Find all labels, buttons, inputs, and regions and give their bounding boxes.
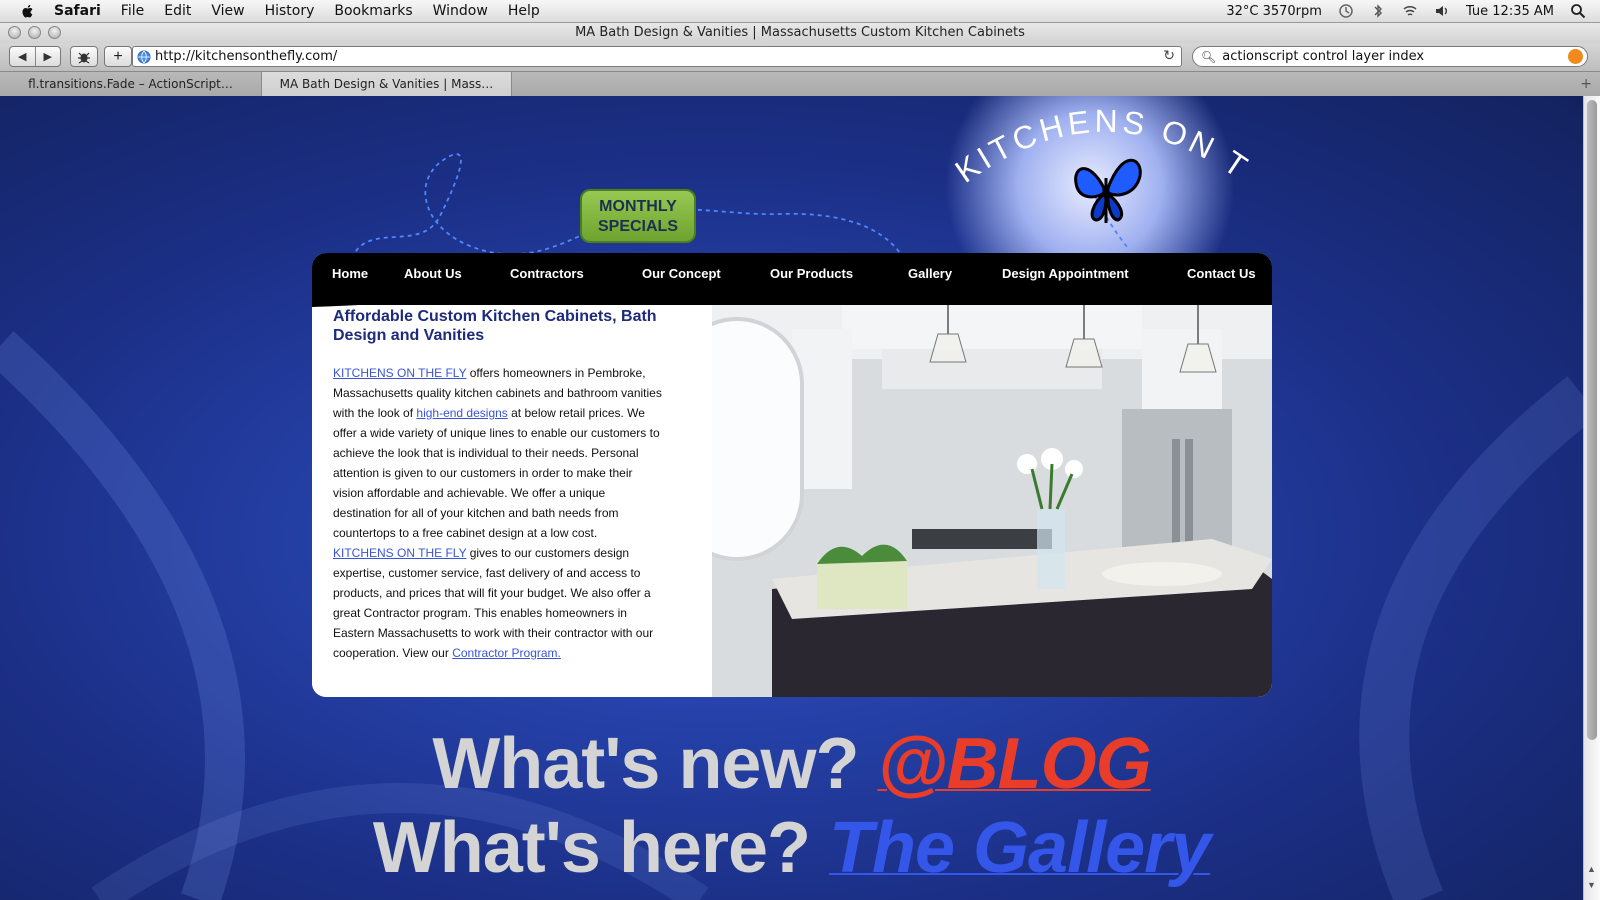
back-button[interactable]: ◀ [10,47,35,66]
spotlight-icon[interactable] [1570,3,1586,19]
tab-kitchens[interactable]: MA Bath Design & Vanities | Mass… [262,72,512,96]
paragraph-text: at below retail prices. We offer a wide … [333,406,660,540]
nav-contact-us[interactable]: Contact Us [1187,266,1256,281]
nav-contractors[interactable]: Contractors [510,266,584,281]
menu-app-name[interactable]: Safari [54,3,101,19]
zoom-window-button[interactable] [48,26,61,39]
history-buttons: ◀ ▶ [9,46,61,67]
specials-line2: SPECIALS [597,218,678,235]
wifi-icon[interactable] [1402,3,1418,19]
kitchen-photo [712,289,1272,697]
search-icon[interactable]: 🔍︎ [1201,50,1216,64]
tab-label: MA Bath Design & Vanities | Mass… [279,77,494,91]
high-end-designs-link[interactable]: high-end designs [416,406,507,420]
search-text[interactable]: actionscript control layer index [1222,49,1424,64]
blog-headline: What's new? @BLOG [0,724,1583,804]
browser-toolbar: ◀ ▶ + http://kitchensonthefly.com/ ↻ 🔍︎ … [0,43,1600,71]
contractor-program-link[interactable]: Contractor Program. [452,646,561,660]
menu-bookmarks[interactable]: Bookmarks [334,3,412,19]
main-nav: Home About Us Contractors Our Concept Ou… [312,253,1272,307]
address-bar[interactable]: http://kitchensonthefly.com/ ↻ [132,46,1182,67]
menu-bar: Safari File Edit View History Bookmarks … [0,0,1600,23]
reload-icon[interactable]: ↻ [1163,48,1175,64]
snapback-icon[interactable] [1568,49,1583,64]
scroll-up-icon[interactable]: ▲ [1587,864,1596,874]
window-controls [8,26,61,39]
menu-file[interactable]: File [121,3,144,19]
content-panel: Affordable Custom Kitchen Cabinets, Bath… [312,253,1272,697]
intro-text-column: Affordable Custom Kitchen Cabinets, Bath… [312,293,712,697]
gallery-headline: What's here? The Gallery [0,808,1583,888]
volume-icon[interactable] [1434,3,1450,19]
butterfly-icon [1074,158,1142,223]
window-title-bar: MA Bath Design & Vanities | Massachusett… [0,23,1600,43]
kitchens-link-2[interactable]: KITCHENS ON THE FLY [333,546,466,560]
time-machine-icon[interactable] [1338,3,1354,19]
tab-label: fl.transitions.Fade – ActionScript… [28,77,233,91]
window-title: MA Bath Design & Vanities | Massachusett… [575,25,1025,40]
search-field[interactable]: 🔍︎ actionscript control layer index [1192,46,1588,67]
menu-history[interactable]: History [265,3,315,19]
menu-window[interactable]: Window [433,3,488,19]
intro-paragraph-2: KITCHENS ON THE FLY gives to our custome… [333,543,663,663]
scrollbar-thumb[interactable] [1587,100,1597,740]
new-tab-icon[interactable]: + [1580,72,1592,96]
menu-help[interactable]: Help [508,3,540,19]
blog-question: What's new? [432,724,878,804]
nav-design-appointment[interactable]: Design Appointment [1002,266,1129,281]
nav-our-products[interactable]: Our Products [770,266,853,281]
blog-link[interactable]: @BLOG [877,724,1151,804]
apple-icon[interactable] [20,3,36,19]
close-window-button[interactable] [8,26,21,39]
tab-fade-docs[interactable]: fl.transitions.Fade – ActionScript… [0,72,262,96]
nav-about-us[interactable]: About Us [404,266,462,281]
bug-report-button[interactable] [70,46,98,67]
plus-icon: + [113,47,123,65]
tab-bar: fl.transitions.Fade – ActionScript… MA B… [0,71,1600,97]
gallery-question: What's here? [372,808,830,888]
paragraph-text: gives to our customers design expertise,… [333,546,654,660]
menu-clock[interactable]: Tue 12:35 AM [1466,4,1554,19]
nav-wave [312,287,1272,307]
minimize-window-button[interactable] [28,26,41,39]
page-scrollbar[interactable]: ▲ ▼ [1583,96,1600,900]
url-text[interactable]: http://kitchensonthefly.com/ [155,49,337,64]
forward-button[interactable]: ▶ [34,47,61,66]
nav-gallery[interactable]: Gallery [908,266,952,281]
intro-paragraph-1: KITCHENS ON THE FLY offers homeowners in… [333,363,663,543]
add-bookmark-button[interactable]: + [104,46,132,67]
intro-body: KITCHENS ON THE FLY offers homeowners in… [333,363,663,663]
logo-text: KITCHENS ON THE FLY [940,96,1257,190]
forward-arrow-icon: ▶ [43,51,52,63]
menu-edit[interactable]: Edit [164,3,191,19]
site-logo[interactable]: KITCHENS ON THE FLY [940,96,1270,276]
scroll-down-icon[interactable]: ▼ [1587,880,1596,890]
bluetooth-icon[interactable] [1370,3,1386,19]
web-page: KITCHENS ON THE FLY MONTHLY SPECIALS [0,96,1583,900]
bug-icon [78,52,90,63]
temperature-status[interactable]: 32°C 3570rpm [1226,4,1322,19]
nav-home[interactable]: Home [332,266,368,281]
gallery-link[interactable]: The Gallery [829,808,1211,888]
kitchens-link-1[interactable]: KITCHENS ON THE FLY [333,366,466,380]
menu-view[interactable]: View [211,3,244,19]
menu-extras: 32°C 3570rpm Tue 12:35 AM [1226,0,1586,22]
monthly-specials-button[interactable]: MONTHLY SPECIALS [580,189,696,243]
globe-icon [137,50,151,63]
specials-line1: MONTHLY [599,198,677,215]
back-arrow-icon: ◀ [18,51,27,63]
nav-our-concept[interactable]: Our Concept [642,266,721,281]
